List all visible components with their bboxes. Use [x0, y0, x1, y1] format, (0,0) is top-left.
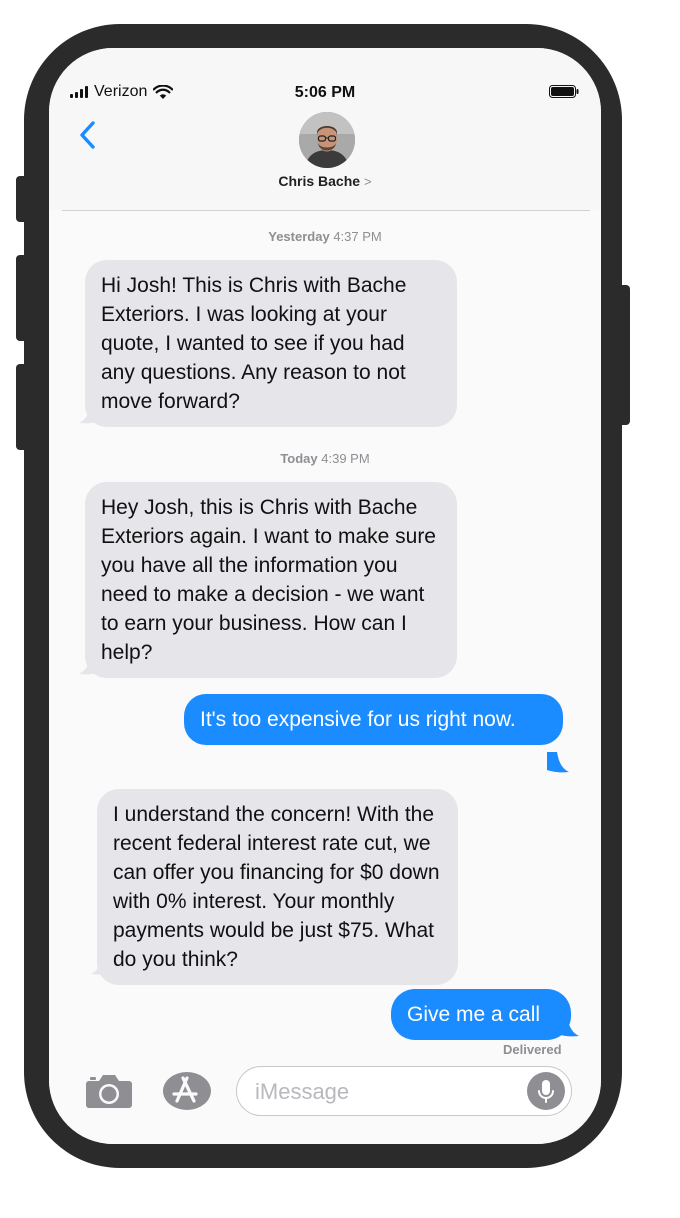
contact-avatar[interactable]: [299, 112, 355, 168]
message-bubble-incoming[interactable]: Hey Josh, this is Chris with Bache Exter…: [85, 482, 457, 678]
status-bar-time: 5:06 PM: [294, 84, 356, 101]
timestamp-day: Yesterday: [268, 229, 330, 244]
chevron-left-icon[interactable]: [77, 120, 99, 150]
message-bubble-incoming[interactable]: Hi Josh! This is Chris with Bache Exteri…: [85, 260, 457, 427]
mute-switch: [16, 176, 28, 222]
imessage-input-field[interactable]: [236, 1066, 572, 1116]
imessage-input[interactable]: [253, 1067, 517, 1116]
outgoing-bubble-tail: [547, 752, 569, 773]
message-bubble-outgoing[interactable]: It's too expensive for us right now.: [184, 694, 563, 745]
volume-down-button: [16, 364, 28, 450]
message-bubble-outgoing[interactable]: Give me a call: [391, 989, 571, 1040]
timestamp-time: 4:37 PM: [333, 229, 382, 244]
header-divider: [62, 210, 590, 211]
battery-icon: [549, 85, 579, 98]
message-bubble-incoming[interactable]: I understand the concern! With the recen…: [97, 789, 458, 985]
timestamp-time: 4:39 PM: [321, 451, 370, 466]
contact-details-chevron: >: [364, 174, 372, 189]
delivery-status: Delivered: [503, 1042, 562, 1057]
microphone-icon[interactable]: [527, 1072, 565, 1110]
volume-up-button: [16, 255, 28, 341]
timestamp-day: Today: [280, 451, 318, 466]
contact-name[interactable]: Chris Bache >: [49, 173, 601, 189]
contact-name-label: Chris Bache: [278, 173, 361, 189]
conversation-header: Verizon 5:06 PM Chris Bache >: [49, 48, 601, 210]
power-button: [616, 285, 630, 425]
message-timestamp: Yesterday 4:37 PM: [49, 229, 601, 244]
phone-screen: Verizon 5:06 PM Chris Bache > Yesterday …: [49, 48, 601, 1144]
message-timestamp: Today 4:39 PM: [49, 451, 601, 466]
app-store-icon[interactable]: [161, 1070, 213, 1112]
camera-icon[interactable]: [85, 1073, 133, 1109]
